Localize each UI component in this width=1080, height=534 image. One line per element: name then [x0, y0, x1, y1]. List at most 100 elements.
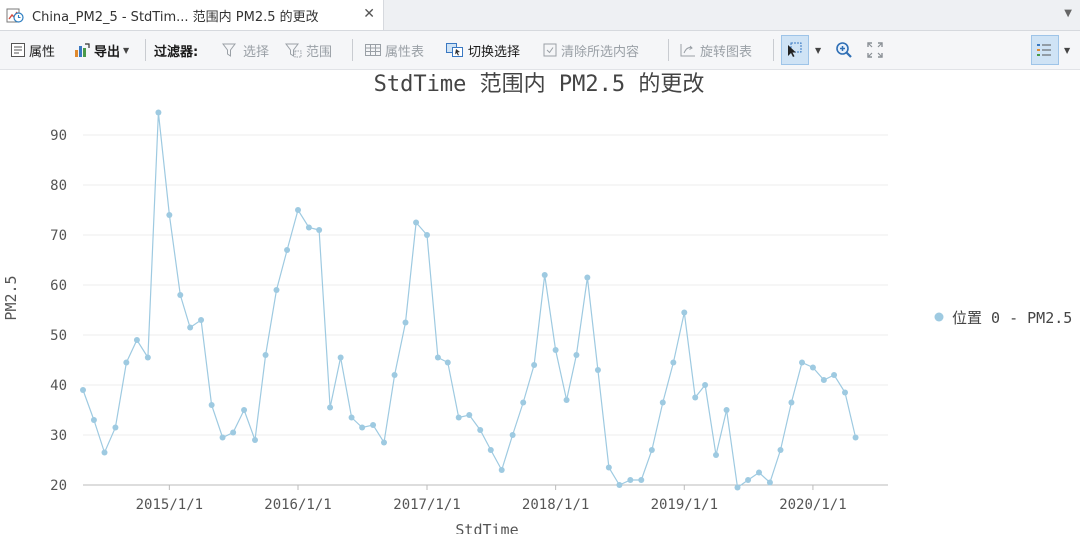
rotate-chart-label: 旋转图表	[700, 44, 753, 60]
data-point	[305, 224, 312, 231]
data-point	[627, 477, 634, 483]
data-point	[573, 352, 580, 358]
switch-selection-icon	[446, 43, 463, 57]
x-axis: 2015/1/1 2016/1/1 2017/1/1 2018/1/1 2019/1/1…	[83, 484, 888, 513]
data-point	[380, 439, 387, 446]
data-point	[788, 399, 795, 406]
data-point	[563, 397, 570, 403]
data-point	[616, 482, 623, 488]
x-tick-label: 2020/1/1	[779, 497, 846, 513]
data-point	[509, 432, 516, 438]
x-tick-label: 2017/1/1	[393, 497, 460, 513]
data-point	[745, 477, 752, 483]
data-point	[90, 417, 97, 423]
filter-label: 过滤器:	[154, 44, 199, 60]
export-label: 导出	[94, 44, 121, 60]
data-point	[659, 399, 666, 406]
data-point	[681, 309, 688, 316]
filter-select-icon	[222, 43, 236, 57]
data-point	[477, 427, 484, 433]
data-point	[348, 414, 355, 421]
y-tick-label: 50	[50, 328, 67, 344]
legend-toggle-dropdown[interactable]: ▼	[1061, 31, 1070, 69]
full-extent-icon	[867, 42, 883, 58]
data-point	[670, 359, 677, 366]
data-point	[766, 479, 773, 486]
clear-selection-button[interactable]: 清除所选内容	[542, 31, 639, 69]
zoom-in-button[interactable]	[835, 31, 856, 69]
data-point	[648, 447, 655, 453]
toolbar-divider	[773, 39, 774, 61]
data-point	[756, 469, 763, 476]
toolbar-divider	[145, 39, 146, 61]
data-point	[144, 354, 151, 361]
filter-extent-button[interactable]: 范围	[285, 31, 332, 69]
close-icon[interactable]: ✕	[363, 6, 375, 22]
data-point	[123, 359, 130, 366]
attribute-table-button[interactable]: 属性表	[364, 31, 424, 69]
data-point	[187, 324, 194, 331]
select-tool-dropdown[interactable]: ▼	[812, 31, 821, 69]
data-point	[423, 232, 430, 238]
export-chart-icon	[75, 43, 90, 57]
properties-label: 属性	[29, 44, 56, 60]
filter-select-button[interactable]: 选择	[222, 31, 269, 69]
data-point	[391, 372, 398, 378]
data-point	[444, 359, 451, 366]
data-point	[434, 354, 441, 361]
data-point	[842, 389, 849, 396]
switch-selection-button[interactable]: 切换选择	[445, 31, 520, 69]
data-point	[820, 377, 827, 383]
data-point	[852, 434, 859, 441]
data-point	[402, 319, 409, 326]
y-tick-label: 80	[50, 178, 67, 194]
data-point	[294, 207, 301, 213]
properties-icon	[11, 43, 25, 57]
data-point	[101, 449, 108, 456]
chart-clock-icon	[6, 8, 24, 23]
data-point	[605, 464, 612, 471]
rotate-chart-icon	[680, 44, 695, 57]
data-point	[208, 402, 215, 408]
data-point	[520, 399, 527, 406]
export-button[interactable]: 导出 ▼	[73, 31, 129, 69]
data-point	[552, 347, 559, 353]
data-point	[777, 447, 784, 453]
tab-title: China_PM2_5 - StdTim... 范围内 PM2.5 的更改	[32, 9, 319, 25]
data-point	[713, 452, 720, 458]
line-chart: StdTime 范围内 PM2.5 的更改 20 30 40 50 60 70 80 90 2…	[2, 72, 1072, 534]
y-tick-label: 20	[50, 478, 67, 494]
x-tick-label: 2019/1/1	[651, 497, 718, 513]
tab-list-dropdown-icon[interactable]: ▼	[1064, 8, 1072, 19]
series-pm25	[80, 109, 859, 491]
y-tick-label: 40	[50, 378, 67, 394]
zoom-in-icon	[836, 42, 852, 58]
data-point	[80, 387, 86, 393]
properties-button[interactable]: 属性	[10, 31, 55, 69]
data-point	[799, 359, 806, 366]
chart-tab[interactable]: China_PM2_5 - StdTim... 范围内 PM2.5 的更改 ✕	[0, 0, 384, 30]
data-point	[455, 414, 462, 421]
data-point	[359, 424, 366, 431]
data-point	[692, 394, 699, 401]
data-point	[466, 412, 473, 418]
data-point	[251, 437, 258, 443]
clear-selection-label: 清除所选内容	[561, 44, 640, 60]
legend-label: 位置 0 - PM2.5	[952, 309, 1072, 327]
data-point	[638, 477, 645, 483]
data-point	[241, 407, 248, 413]
clear-selection-icon	[543, 43, 557, 57]
data-point	[702, 382, 709, 388]
legend-toggle-button[interactable]	[1031, 35, 1059, 65]
data-point	[327, 404, 334, 411]
data-point	[809, 364, 816, 371]
rotate-chart-button[interactable]: 旋转图表	[679, 31, 752, 69]
data-point	[831, 372, 838, 378]
data-point	[284, 247, 291, 253]
data-point	[734, 484, 741, 491]
toolbar-divider	[668, 39, 669, 61]
attribute-table-label: 属性表	[385, 44, 425, 60]
full-extent-button[interactable]	[866, 31, 887, 69]
x-tick-label: 2015/1/1	[136, 497, 203, 513]
select-tool-button[interactable]	[781, 35, 809, 65]
